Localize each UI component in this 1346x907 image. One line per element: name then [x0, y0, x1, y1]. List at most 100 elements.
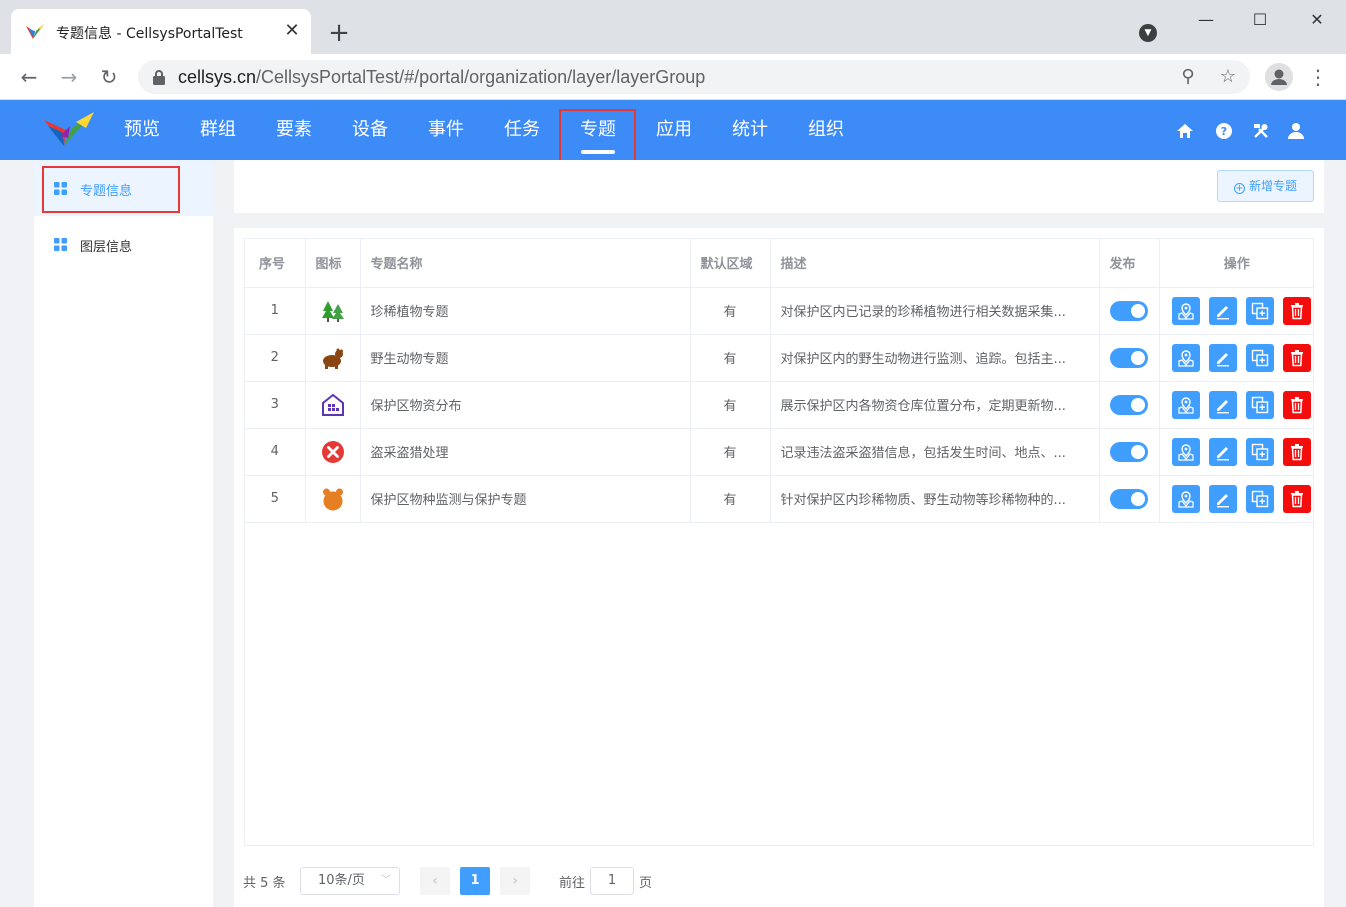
cell-publish — [1099, 287, 1160, 335]
copy-button[interactable] — [1245, 437, 1274, 466]
reload-icon[interactable]: ↻ — [96, 64, 122, 90]
nav-label: 统计 — [732, 119, 768, 140]
goto-page-input[interactable]: 1 — [590, 867, 634, 895]
tab-close-icon[interactable]: ✕ — [281, 20, 303, 42]
nav-highlight-box — [559, 109, 636, 165]
publish-toggle[interactable] — [1109, 394, 1148, 415]
add-topic-label: 新增专题 — [1248, 179, 1297, 193]
nav-item-apps[interactable]: 应用 — [650, 100, 698, 160]
copy-button[interactable] — [1245, 343, 1274, 372]
next-page-button[interactable]: › — [500, 867, 530, 895]
edit-icon — [1216, 399, 1229, 413]
copy-button[interactable] — [1245, 484, 1274, 513]
nav-item-tasks[interactable]: 任务 — [498, 100, 546, 160]
copy-icon — [1251, 396, 1268, 413]
copy-button[interactable] — [1245, 390, 1274, 419]
add-topic-button[interactable]: + 新增专题 — [1217, 170, 1314, 202]
nav-item-preview[interactable]: 预览 — [118, 100, 166, 160]
edit-icon — [1216, 493, 1229, 507]
delete-button[interactable] — [1282, 343, 1311, 372]
nav-item-devices[interactable]: 设备 — [346, 100, 394, 160]
table-row: 4 盗采盗猎处理 有 记录违法盗采盗猎信息，包括发生时间、地点、... — [245, 428, 1314, 476]
edit-button[interactable] — [1208, 390, 1237, 419]
chevron-down-icon: ﹀ — [381, 875, 391, 886]
home-icon[interactable] — [1176, 122, 1194, 140]
nav-item-groups[interactable]: 群组 — [194, 100, 242, 160]
toggle-knob — [1130, 350, 1145, 365]
browser-tab-title: 专题信息 - CellsysPortalTest — [56, 26, 243, 42]
header-publish: 发布 — [1099, 239, 1160, 288]
delete-button[interactable] — [1282, 390, 1311, 419]
cell-actions — [1159, 381, 1314, 429]
zoom-icon[interactable]: ⚲ — [1178, 67, 1198, 87]
delete-button[interactable] — [1282, 296, 1311, 325]
publish-toggle[interactable] — [1109, 441, 1148, 462]
cell-description: 针对保护区内珍稀物质、野生动物等珍稀物种的... — [770, 475, 1100, 523]
browser-menu-icon[interactable]: ⋮ — [1308, 64, 1328, 90]
page-number-current[interactable]: 1 — [460, 867, 490, 895]
goto-label: 前往 — [559, 876, 586, 891]
help-icon[interactable]: ? — [1215, 122, 1233, 140]
address-bar[interactable]: cellsys.cn/CellsysPortalTest/#/portal/or… — [138, 60, 1250, 94]
cell-actions — [1159, 334, 1314, 382]
publish-toggle[interactable] — [1109, 300, 1148, 321]
bear-icon — [322, 488, 343, 510]
edit-button[interactable] — [1208, 437, 1237, 466]
user-icon[interactable] — [1287, 122, 1305, 140]
cell-actions — [1159, 475, 1314, 523]
app-favicon-icon — [26, 24, 44, 39]
back-icon[interactable]: ← — [16, 64, 42, 90]
cell-region: 有 — [690, 381, 771, 429]
cell-icon — [305, 428, 361, 476]
page-size-select[interactable]: 10条/页 ﹀ — [300, 867, 400, 895]
forward-icon[interactable]: → — [56, 64, 82, 90]
map-pin-icon — [1177, 302, 1194, 320]
app-logo[interactable] — [42, 108, 98, 152]
delete-button[interactable] — [1282, 484, 1311, 513]
nav-item-features[interactable]: 要素 — [270, 100, 318, 160]
cell-actions — [1159, 428, 1314, 476]
tools-icon[interactable] — [1252, 122, 1270, 140]
cell-index: 5 — [245, 475, 306, 523]
copy-button[interactable] — [1245, 296, 1274, 325]
profile-avatar-icon[interactable] — [1265, 63, 1293, 91]
publish-toggle[interactable] — [1109, 488, 1148, 509]
map-button[interactable] — [1171, 390, 1200, 419]
publish-toggle[interactable] — [1109, 347, 1148, 368]
edit-button[interactable] — [1208, 343, 1237, 372]
copy-icon — [1251, 349, 1268, 366]
tab-search-icon[interactable]: ▼ — [1139, 24, 1157, 42]
new-tab-icon[interactable]: + — [326, 20, 352, 46]
cell-actions — [1159, 287, 1314, 335]
table-row: 5 保护区物种监测与保护专题 有 针对保护区内珍稀物质、野生动物等珍稀物种的..… — [245, 475, 1314, 523]
lock-icon — [153, 70, 165, 85]
browser-tab[interactable]: 专题信息 - CellsysPortalTest ✕ — [11, 9, 311, 54]
cell-region: 有 — [690, 428, 771, 476]
delete-button[interactable] — [1282, 437, 1311, 466]
nav-item-organization[interactable]: 组织 — [802, 100, 850, 160]
minimize-icon[interactable]: — — [1192, 8, 1220, 32]
table-row: 1 珍稀植物专题 有 对保护区内已记录的珍稀植物进行相关数据采集... — [245, 287, 1314, 335]
maximize-icon[interactable]: ☐ — [1246, 8, 1274, 32]
prev-page-button[interactable]: ‹ — [420, 867, 450, 895]
map-button[interactable] — [1171, 296, 1200, 325]
nav-item-stats[interactable]: 统计 — [726, 100, 774, 160]
edit-icon — [1216, 305, 1229, 319]
tree-icon — [321, 300, 344, 322]
plus-circle-icon: + — [1233, 183, 1245, 194]
sidebar-item-layer-info[interactable]: 图层信息 — [34, 216, 213, 272]
cell-description: 记录违法盗采盗猎信息，包括发生时间、地点、... — [770, 428, 1100, 476]
nav-item-events[interactable]: 事件 — [422, 100, 470, 160]
edit-button[interactable] — [1208, 296, 1237, 325]
cell-publish — [1099, 334, 1160, 382]
edit-button[interactable] — [1208, 484, 1237, 513]
trash-icon — [1290, 349, 1303, 366]
map-button[interactable] — [1171, 343, 1200, 372]
toggle-knob — [1130, 397, 1145, 412]
bookmark-star-icon[interactable]: ☆ — [1218, 67, 1238, 87]
pagination-total: 共 5 条 — [243, 876, 286, 891]
sidebar-highlight-box — [42, 166, 180, 213]
map-button[interactable] — [1171, 437, 1200, 466]
close-window-icon[interactable]: ✕ — [1303, 8, 1331, 32]
map-button[interactable] — [1171, 484, 1200, 513]
